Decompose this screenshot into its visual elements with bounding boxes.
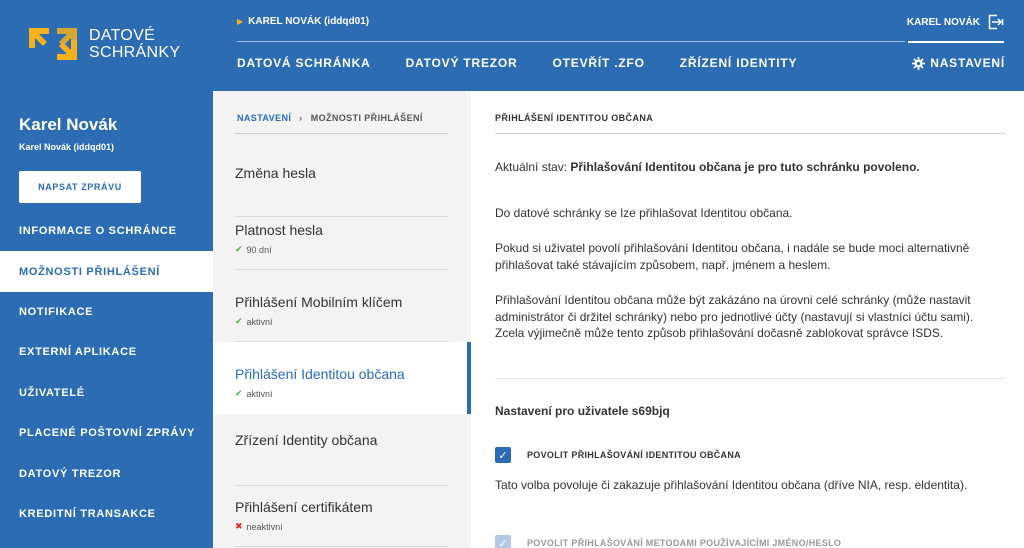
current-box-label: KAREL NOVÁK (iddqd01) [248,16,370,27]
account-name: Karel Novák [19,115,118,134]
sidebar-item-notifikace[interactable]: NOTIFIKACE [0,292,213,332]
breadcrumb: NASTAVENÍ › MOŽNOSTI PŘIHLÁŠENÍ [237,113,423,123]
option-mobilni-klic[interactable]: Přihlášení Mobilním klíčem ✔ aktivní [213,270,471,342]
breadcrumb-divider [235,133,448,134]
panel-title: PŘIHLÁŠENÍ IDENTITOU OBČANA [495,113,654,123]
paragraph-2: Pokud si uživatel povolí přihlašování Id… [495,241,970,272]
option-title: Přihlášení certifikátem [235,499,373,515]
sidebar-item-kreditni-transakce[interactable]: KREDITNÍ TRANSAKCE [0,494,213,534]
paragraph-1: Do datové schránky se lze přihlašovat Id… [495,206,793,220]
option-status-text: neaktivní [246,521,283,532]
account-box-id: Karel Novák (iddqd01) [19,142,115,152]
logo-line-1: DATOVÉ [89,27,156,44]
nav-otevrit-zfo[interactable]: OTEVŘÍT .ZFO [553,56,645,70]
panel-title-divider [495,133,1005,134]
current-state-prefix: Aktuální stav: [495,160,571,174]
logo-text: DATOVÉ SCHRÁNKY [89,27,180,61]
option-title: Přihlášení Mobilním klíčem [235,294,403,310]
option-platnost-hesla[interactable]: Platnost hesla ✔ 90 dní [213,198,471,270]
sidebar-item-informace[interactable]: INFORMACE O SCHRÁNCE [0,211,213,251]
header-divider [237,41,905,42]
arrows-logo-icon [29,28,77,60]
option-status-text: aktivní [246,388,273,399]
sidebar-item-externi-aplikace[interactable]: EXTERNÍ APLIKACE [0,332,213,372]
allow-identity-login-description: Tato volba povoluje či zakazuje přihlašo… [495,478,968,492]
option-status-text: 90 dní [246,244,272,255]
login-options-column: NASTAVENÍ › MOŽNOSTI PŘIHLÁŠENÍ Změna he… [213,91,471,548]
paragraph-3: Přihlašování Identitou občana může být z… [495,293,974,340]
option-status: ✔ aktivní [235,316,448,327]
option-status-text: aktivní [246,316,273,327]
sidebar: Karel Novák Karel Novák (iddqd01) NAPSAT… [0,91,213,548]
option-title: Změna hesla [235,165,316,181]
current-state-value: Přihlašování Identitou občana je pro tut… [570,160,920,174]
nav-datova-schranka[interactable]: DATOVÁ SCHRÁNKA [237,56,371,70]
option-status: ✖ neaktivní [235,521,448,532]
allow-password-login-label: POVOLIT PŘIHLAŠOVÁNÍ METODAMI POUŽÍVAJÍC… [527,538,842,548]
top-header: DATOVÉ SCHRÁNKY ▶ KAREL NOVÁK (iddqd01) … [0,0,1024,91]
option-title: Platnost hesla [235,222,323,238]
user-name-label: KAREL NOVÁK [906,16,980,28]
sidebar-item-datovy-trezor[interactable]: DATOVÝ TREZOR [0,453,213,493]
top-nav: DATOVÁ SCHRÁNKA DATOVÝ TREZOR OTEVŘÍT .Z… [237,56,832,70]
settings-label: NASTAVENÍ [930,56,1005,70]
sidebar-item-moznosti-prihlaseni[interactable]: MOŽNOSTI PŘIHLÁŠENÍ [0,251,213,292]
user-settings-heading: Nastavení pro uživatele s69bjq [495,404,670,418]
section-divider [495,378,1005,379]
option-identita-obcana[interactable]: Přihlášení Identitou občana ✔ aktivní [213,342,471,414]
check-icon: ✔ [235,244,243,254]
compose-message-button[interactable]: NAPSAT ZPRÁVU [19,171,141,203]
option-certifikat[interactable]: Přihlášení certifikátem ✖ neaktivní [213,475,471,547]
sidebar-item-uzivatele[interactable]: UŽIVATELÉ [0,373,213,413]
check-icon: ✔ [235,316,243,326]
allow-password-login-option[interactable]: ✓ POVOLIT PŘIHLAŠOVÁNÍ METODAMI POUŽÍVAJ… [495,535,841,548]
detail-panel: PŘIHLÁŠENÍ IDENTITOU OBČANA Aktuální sta… [471,91,1024,548]
user-underline [908,41,1004,43]
nav-zrizeni-identity[interactable]: ZŘÍZENÍ IDENTITY [680,56,797,70]
breadcrumb-current: MOŽNOSTI PŘIHLÁŠENÍ [310,113,423,123]
logo[interactable]: DATOVÉ SCHRÁNKY [27,26,180,62]
user-menu[interactable]: KAREL NOVÁK [907,14,1004,30]
cross-icon: ✖ [235,521,243,531]
allow-identity-login-option[interactable]: ✓ POVOLIT PŘIHLAŠOVÁNÍ IDENTITOU OBČANA [495,447,741,463]
nav-datovy-trezor[interactable]: DATOVÝ TREZOR [406,56,518,70]
logout-icon[interactable] [988,14,1004,30]
sidebar-menu: INFORMACE O SCHRÁNCE MOŽNOSTI PŘIHLÁŠENÍ… [0,211,213,534]
triangle-right-icon: ▶ [237,17,244,26]
check-icon: ✔ [235,388,243,398]
option-title: Přihlášení Identitou občana [235,366,405,382]
current-box-switcher[interactable]: ▶ KAREL NOVÁK (iddqd01) [237,16,369,27]
sidebar-item-placene-zpravy[interactable]: PLACENÉ POŠTOVNÍ ZPRÁVY [0,413,213,453]
current-state: Aktuální stav: Přihlašování Identitou ob… [495,159,985,176]
chevron-right-icon: › [299,113,303,123]
logo-line-2: SCHRÁNKY [89,44,181,61]
allow-identity-login-label: POVOLIT PŘIHLAŠOVÁNÍ IDENTITOU OBČANA [527,450,741,460]
option-status: ✔ aktivní [235,388,448,399]
gear-icon [912,56,926,70]
allow-identity-login-checkbox[interactable]: ✓ [495,447,511,463]
settings-link[interactable]: NASTAVENÍ [912,56,1005,70]
option-status: ✔ 90 dní [235,244,448,255]
allow-password-login-checkbox[interactable]: ✓ [495,535,511,548]
option-title: Zřízení Identity občana [235,432,378,448]
breadcrumb-root[interactable]: NASTAVENÍ [237,113,291,123]
